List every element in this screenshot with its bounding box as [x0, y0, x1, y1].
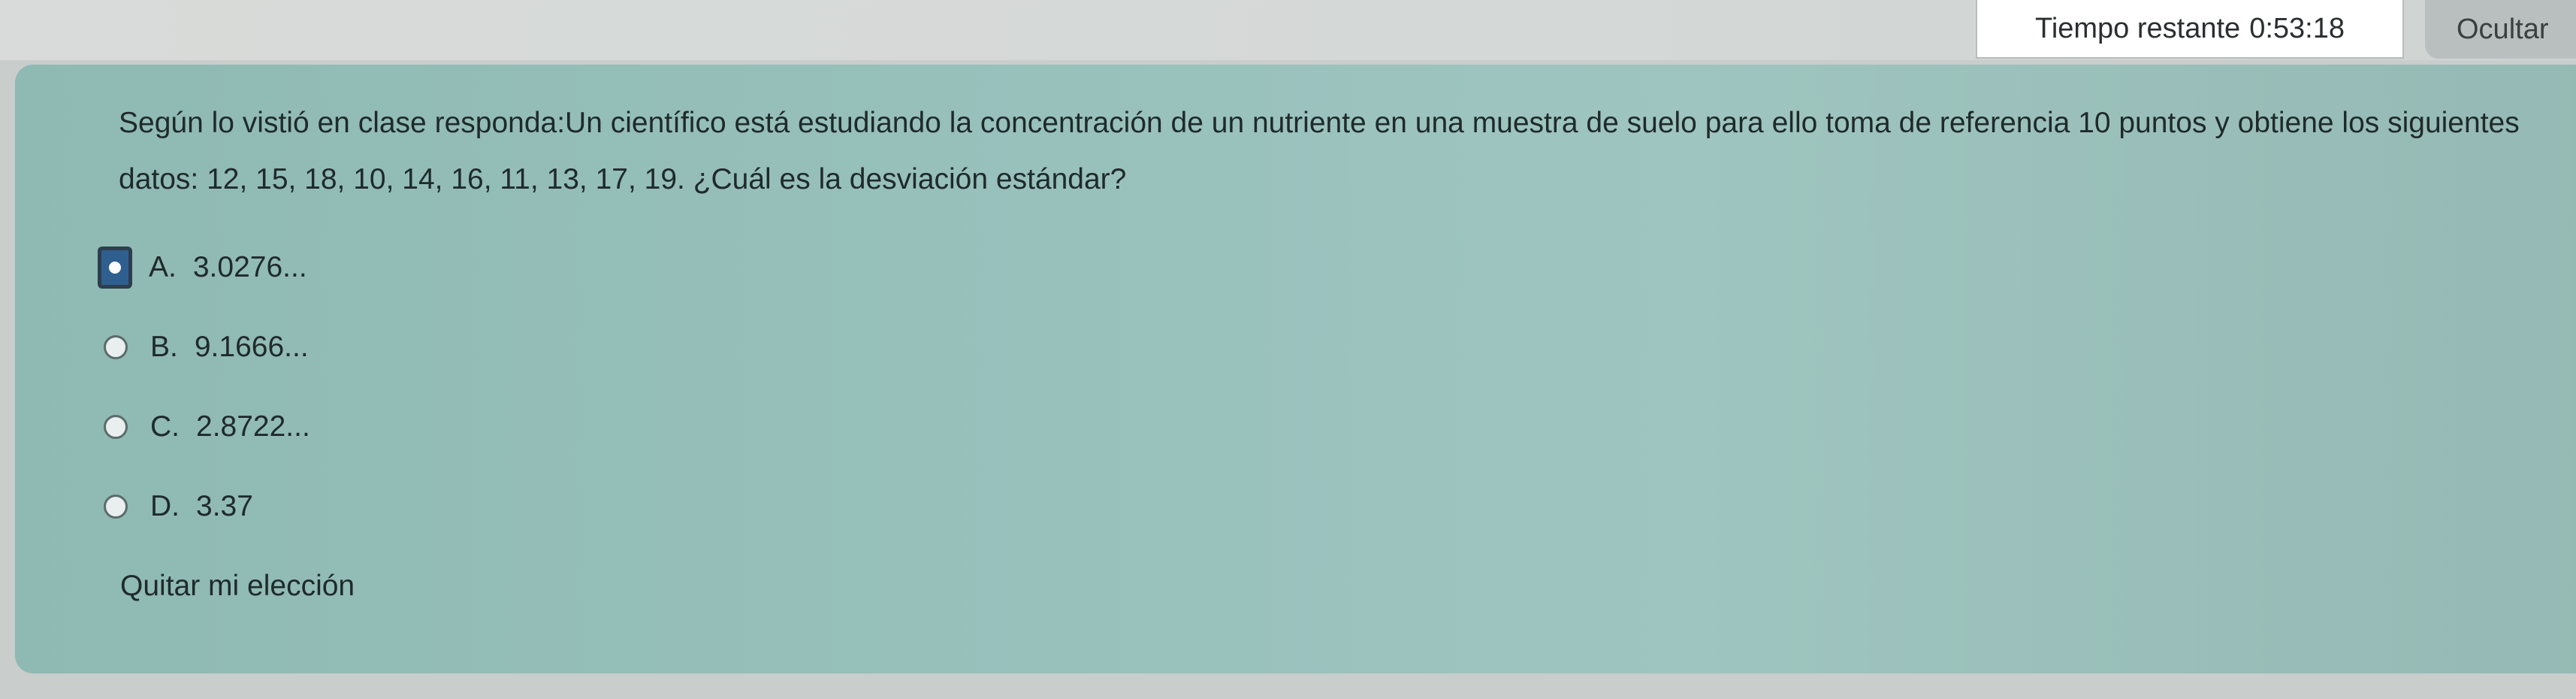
clear-choice-link[interactable]: Quitar mi elección [120, 570, 355, 603]
option-d[interactable]: D. 3.37 [104, 483, 310, 531]
option-value: 3.0276... [192, 251, 307, 283]
question-card: Según lo vistió en clase responda:Un cie… [15, 65, 2576, 673]
option-c[interactable]: C. 2.8722... [104, 403, 310, 451]
radio-icon[interactable] [104, 495, 128, 519]
option-letter: B. [150, 331, 178, 363]
option-letter: C. [150, 410, 180, 443]
option-letter: D. [150, 490, 180, 522]
hide-timer-button[interactable]: Ocultar [2425, 0, 2576, 59]
option-b[interactable]: B. 9.1666... [104, 323, 310, 371]
option-value: 2.8722... [196, 410, 310, 443]
option-a[interactable]: A. 3.0276... [98, 244, 310, 292]
option-letter: A. [149, 251, 177, 283]
timer-value: 0:53:18 [2249, 12, 2345, 44]
radio-icon[interactable] [104, 415, 128, 439]
radio-icon[interactable] [104, 335, 128, 359]
time-remaining: Tiempo restante 0:53:18 [1976, 0, 2404, 59]
option-value: 9.1666... [194, 331, 309, 363]
question-text: Según lo vistió en clase responda:Un cie… [119, 107, 2520, 195]
timer-label: Tiempo restante [2035, 12, 2241, 44]
option-value: 3.37 [196, 490, 253, 522]
radio-selected-icon[interactable] [98, 247, 132, 289]
answer-options: A. 3.0276... B. 9.1666... C. 2.8722... D… [98, 244, 310, 562]
